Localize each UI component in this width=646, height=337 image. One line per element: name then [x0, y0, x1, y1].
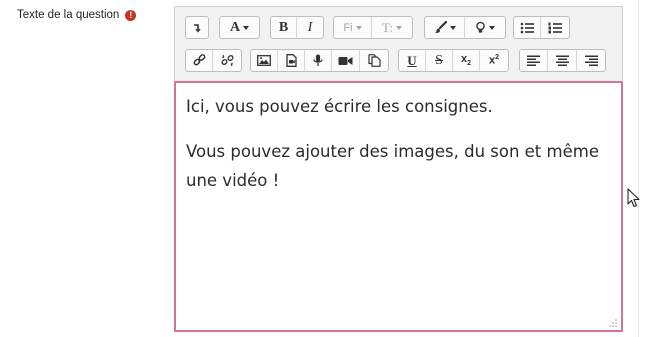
manage-files-button[interactable]	[360, 50, 388, 71]
align-center-icon	[555, 55, 569, 66]
brush-color-button[interactable]	[425, 17, 465, 38]
highlight-button[interactable]	[465, 17, 505, 38]
collapse-group	[185, 16, 209, 39]
content-paragraph: Ici, vous pouvez écrire les consignes.	[186, 97, 493, 116]
image-button[interactable]	[251, 50, 278, 71]
superscript-button[interactable]: x2	[480, 50, 508, 71]
numbered-list-button[interactable]	[541, 17, 569, 38]
content-paragraph: Vous pouvez ajouter des images, du son e…	[186, 142, 599, 190]
record-audio-button[interactable]	[305, 50, 332, 71]
italic-button[interactable]: I	[297, 17, 323, 38]
link-button[interactable]	[186, 50, 213, 71]
subscript-button[interactable]: x2	[453, 50, 480, 71]
unlink-button[interactable]	[213, 50, 241, 71]
rich-text-editor: A B I Fi T: U S x2 x2 Ici, vous pouvez é…	[174, 6, 623, 332]
font-color-icon: A	[229, 19, 241, 35]
align-right-icon	[584, 55, 598, 66]
toolbar-toggle-button[interactable]	[186, 17, 208, 38]
align-left-button[interactable]	[520, 50, 548, 71]
required-icon: !	[125, 9, 137, 21]
list-group	[513, 16, 570, 39]
lightbulb-icon	[476, 21, 485, 33]
superscript-icon: x2	[488, 54, 500, 67]
font-color-button[interactable]: A	[220, 17, 259, 38]
mouse-pointer-icon	[627, 188, 640, 208]
align-left-icon	[527, 55, 540, 66]
subscript-icon: x2	[460, 53, 472, 68]
font-group: Fi T:	[333, 16, 413, 39]
align-group	[519, 49, 606, 72]
unlink-icon	[220, 54, 234, 67]
record-video-button[interactable]	[332, 50, 360, 71]
align-right-button[interactable]	[577, 50, 605, 71]
field-label-text: Texte de la question	[17, 9, 120, 21]
underline-icon: U	[407, 52, 417, 68]
font-size-icon: T:	[382, 19, 393, 35]
basic-format-group: B I	[270, 16, 324, 39]
media-file-button[interactable]	[278, 50, 305, 71]
resize-handle-icon[interactable]	[609, 319, 617, 327]
bullet-list-button[interactable]	[514, 17, 541, 38]
strikethrough-button[interactable]: S	[426, 50, 453, 71]
font-size-button[interactable]: T:	[372, 17, 412, 38]
text-effects-group: U S x2 x2	[398, 49, 509, 72]
link-group	[185, 49, 242, 72]
video-camera-icon	[338, 56, 353, 65]
paint-brush-icon	[434, 21, 447, 33]
bold-button[interactable]: B	[271, 17, 297, 38]
microphone-icon	[313, 54, 323, 66]
numbered-list-icon	[548, 22, 562, 33]
field-label: Texte de la question !	[17, 9, 137, 21]
toggle-arrow-icon	[194, 23, 201, 33]
bullet-list-icon	[520, 22, 534, 33]
align-center-button[interactable]	[548, 50, 577, 71]
link-icon	[193, 54, 205, 66]
file-media-icon	[285, 54, 297, 67]
color-group	[424, 16, 506, 39]
editor-content-area[interactable]: Ici, vous pouvez écrire les consignes. V…	[174, 81, 623, 332]
font-family-button[interactable]: Fi	[334, 17, 372, 38]
editor-toolbar: A B I Fi T: U S x2 x2	[174, 6, 623, 81]
strikethrough-icon: S	[435, 52, 443, 68]
underline-button[interactable]: U	[399, 50, 426, 71]
style-group: A	[219, 16, 260, 39]
font-family-icon: Fi	[343, 21, 353, 34]
image-icon	[257, 55, 271, 66]
media-group	[250, 49, 389, 72]
page-divider	[638, 0, 639, 337]
files-copy-icon	[367, 54, 381, 67]
